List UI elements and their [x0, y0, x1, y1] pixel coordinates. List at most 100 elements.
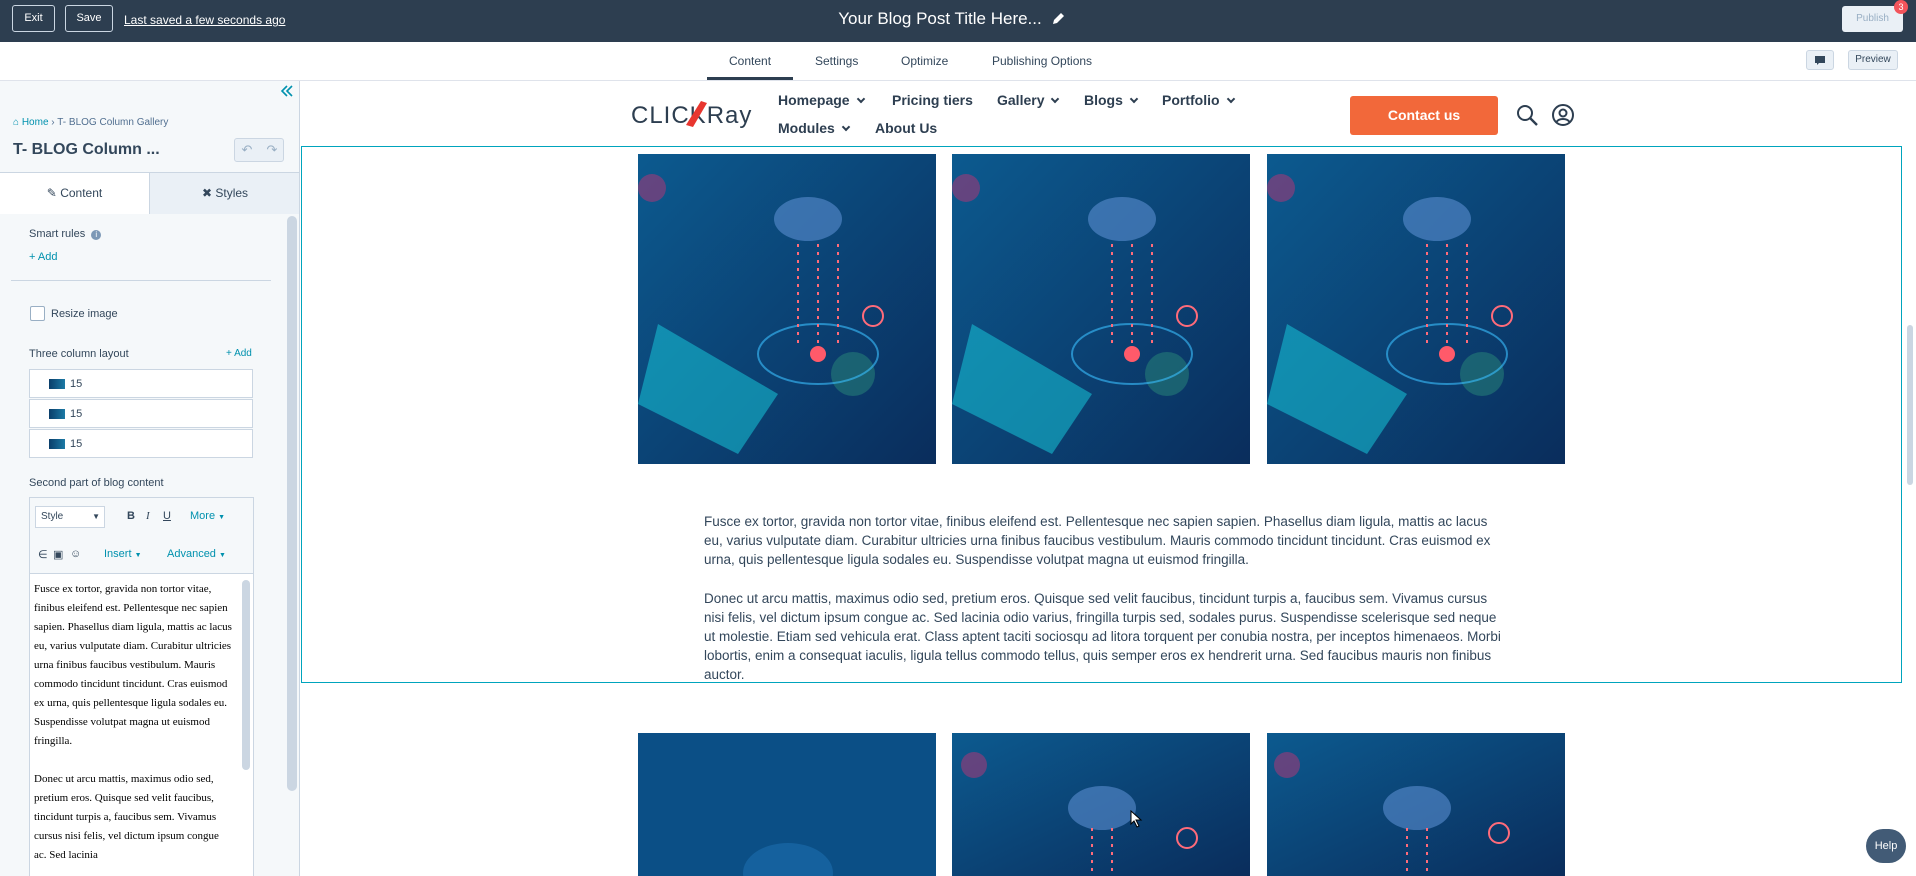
sidebar-scrollbar[interactable] — [287, 216, 297, 791]
canvas-scrollbar[interactable] — [1907, 325, 1913, 485]
redo-icon[interactable]: ↷ — [260, 142, 284, 158]
blog-paragraph[interactable]: Donec ut arcu mattis, maximus odio sed, … — [704, 589, 1504, 684]
column-item[interactable]: 15 — [29, 399, 253, 428]
tab-content[interactable]: Content — [729, 54, 771, 68]
sidebar-tab-styles[interactable]: ✖ Styles — [150, 173, 299, 214]
rte-content[interactable]: Fusce ex tortor, gravida non tortor vita… — [34, 580, 234, 876]
rich-text-editor[interactable]: Style ▼ B I U More ▼ ∈ ▣ ☺ Insert ▼ Adva… — [29, 497, 254, 876]
tab-optimize[interactable]: Optimize — [901, 54, 948, 68]
comment-icon — [1815, 56, 1825, 65]
advanced-dropdown[interactable]: Advanced ▼ — [167, 548, 226, 560]
breadcrumb: ⌂ Home › T- BLOG Column Gallery — [13, 117, 168, 128]
search-icon[interactable] — [1515, 103, 1539, 127]
second-part-label: Second part of blog content — [29, 477, 164, 489]
nav-portfolio[interactable]: Portfolio — [1162, 92, 1235, 108]
gallery-image[interactable] — [952, 154, 1250, 464]
gallery-image[interactable] — [1267, 154, 1565, 464]
chevron-down-icon — [841, 122, 851, 132]
tab-settings[interactable]: Settings — [815, 54, 858, 68]
nav-homepage-label: Homepage — [778, 92, 850, 108]
nav-pricing-tiers[interactable]: Pricing tiers — [892, 92, 973, 108]
top-bar: Exit Save Last saved a few seconds ago Y… — [0, 0, 1916, 42]
breadcrumb-home[interactable]: Home — [22, 117, 49, 128]
advanced-dropdown-label: Advanced — [167, 548, 216, 560]
rte-scrollbar[interactable] — [242, 580, 250, 770]
cloud-technology-image — [1267, 733, 1565, 876]
site-logo[interactable]: CLICKRay — [631, 95, 757, 133]
column-item-label: 15 — [70, 378, 83, 390]
chevron-down-icon — [856, 94, 865, 104]
nav-portfolio-label: Portfolio — [1162, 92, 1220, 108]
brush-icon: ✖ — [201, 186, 213, 200]
caret-down-icon: ▼ — [219, 552, 226, 559]
nav-gallery[interactable]: Gallery — [997, 92, 1060, 108]
preview-button[interactable]: Preview — [1848, 50, 1898, 70]
module-title: T- BLOG Column ... — [13, 141, 160, 158]
more-dropdown[interactable]: More ▼ — [190, 510, 225, 522]
rte-paragraph: Fusce ex tortor, gravida non tortor vita… — [34, 583, 232, 747]
home-icon: ⌂ — [13, 117, 20, 128]
cloud-technology-image — [638, 154, 936, 464]
sidebar-tab-content-label: Content — [60, 186, 103, 200]
bold-icon[interactable]: B — [127, 510, 135, 522]
caret-down-icon: ▼ — [134, 552, 142, 559]
column-item[interactable]: 15 — [29, 369, 253, 398]
chevron-down-icon — [1129, 94, 1139, 104]
add-column-button[interactable]: + Add — [226, 348, 252, 359]
column-item[interactable]: 15 — [29, 429, 253, 458]
caret-down-icon: ▼ — [218, 514, 226, 521]
column-item-label: 15 — [70, 438, 83, 450]
insert-dropdown[interactable]: Insert ▼ — [104, 548, 142, 560]
underline-icon[interactable]: U — [163, 510, 171, 522]
gallery-image[interactable] — [638, 154, 936, 464]
nav-about-us[interactable]: About Us — [875, 120, 937, 136]
chevron-down-icon — [1051, 94, 1060, 104]
active-tab-indicator — [707, 77, 793, 80]
rte-paragraph: Donec ut arcu mattis, maximus odio sed, … — [34, 773, 219, 861]
save-button[interactable]: Save — [65, 5, 113, 32]
exit-button[interactable]: Exit — [12, 5, 55, 32]
edit-title-icon[interactable] — [1050, 11, 1066, 27]
blog-paragraph[interactable]: Fusce ex tortor, gravida non tortor vita… — [704, 512, 1504, 569]
post-title[interactable]: Your Blog Post Title Here... — [800, 9, 1080, 29]
chevron-down-icon — [1226, 94, 1235, 104]
three-column-layout-label: Three column layout — [29, 348, 129, 360]
help-button[interactable]: Help — [1866, 829, 1906, 863]
add-smart-rule-label: Add — [37, 251, 58, 263]
cloud-technology-image — [638, 733, 936, 876]
collapse-sidebar-icon[interactable] — [280, 84, 294, 98]
add-smart-rule-button[interactable]: + Add — [29, 251, 57, 263]
more-dropdown-label: More — [190, 510, 216, 522]
resize-image-checkbox[interactable] — [30, 306, 45, 321]
plus-icon: + — [29, 251, 36, 263]
undo-icon[interactable]: ↶ — [235, 142, 259, 158]
tab-publishing-options[interactable]: Publishing Options — [992, 54, 1092, 68]
image-thumbnail — [49, 379, 65, 389]
nav-blogs[interactable]: Blogs — [1084, 92, 1139, 108]
cloud-technology-image — [952, 733, 1250, 876]
italic-icon[interactable]: I — [146, 510, 150, 522]
gallery-image[interactable] — [952, 733, 1250, 876]
gallery-image[interactable] — [638, 733, 936, 876]
cloud-technology-image — [952, 154, 1250, 464]
gallery-image[interactable] — [1267, 733, 1565, 876]
sidebar-tab-content[interactable]: ✎ Content — [0, 173, 150, 214]
image-thumbnail — [49, 439, 65, 449]
caret-down-icon: ▼ — [92, 512, 100, 521]
nav-gallery-label: Gallery — [997, 92, 1045, 108]
nav-homepage[interactable]: Homepage — [778, 92, 865, 108]
last-saved-link[interactable]: Last saved a few seconds ago — [124, 13, 285, 27]
nav-blogs-label: Blogs — [1084, 92, 1123, 108]
mouse-cursor-icon — [1130, 810, 1143, 828]
comments-button[interactable] — [1806, 50, 1834, 70]
style-dropdown-label: Style — [41, 511, 64, 522]
user-account-icon[interactable] — [1551, 103, 1575, 127]
style-dropdown[interactable]: Style ▼ — [35, 506, 105, 528]
sidebar-tab-styles-label: Styles — [215, 186, 249, 200]
nav-modules[interactable]: Modules — [778, 120, 851, 136]
link-icon[interactable]: ∈ — [38, 548, 48, 561]
emoji-icon[interactable]: ☺ — [70, 548, 81, 560]
contact-us-button[interactable]: Contact us — [1350, 96, 1498, 135]
sidebar-tabs: ✎ Content ✖ Styles — [0, 172, 299, 214]
image-icon[interactable]: ▣ — [53, 548, 63, 561]
